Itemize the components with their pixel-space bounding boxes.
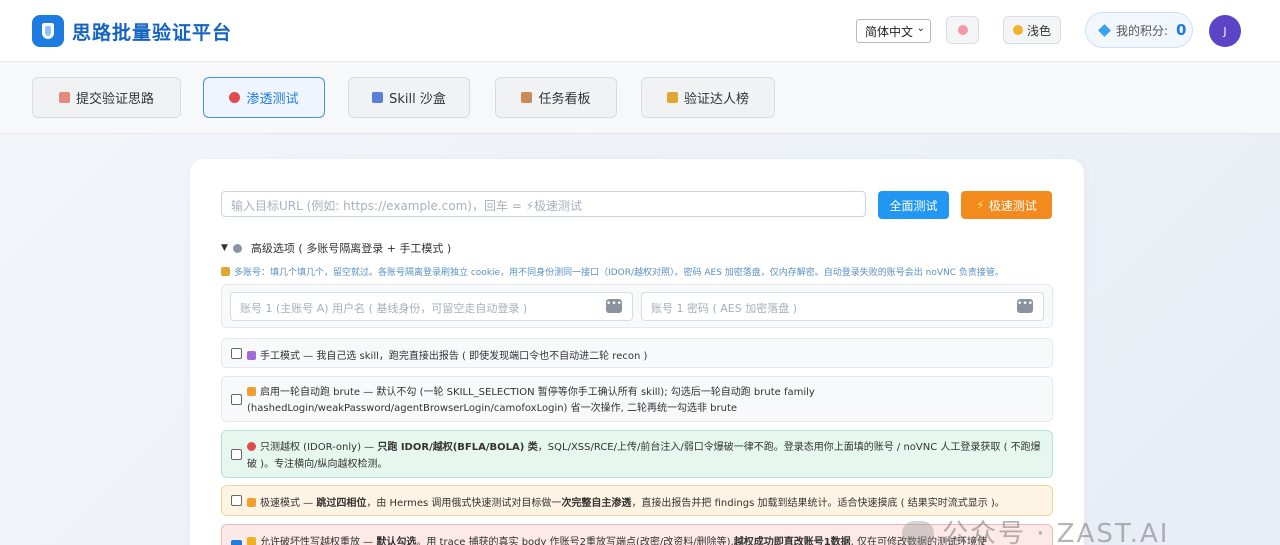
account-username-input[interactable]: 账号 1 (主账号 A) 用户名 ( 基线身份，可留空走自动登录 ) ••• xyxy=(230,292,633,321)
tab-leaderboard[interactable]: 验证达人榜 xyxy=(641,77,775,118)
password-manager-icon[interactable]: ••• xyxy=(1017,299,1033,313)
advanced-options-label: 高级选项 ( 多账号隔离登录 + 手工模式 ) xyxy=(250,242,452,255)
lightning-icon xyxy=(247,387,256,396)
fast-test-button[interactable]: ⚡ 极速测试 xyxy=(961,191,1052,219)
checkbox[interactable] xyxy=(231,394,242,405)
option-auto-brute[interactable]: 启用一轮自动跑 brute — 默认不勾 (一轮 SKILL_SELECTION… xyxy=(221,376,1053,422)
language-select-value: 简体中文 xyxy=(865,25,914,39)
sun-icon xyxy=(1012,25,1023,35)
points-value: 0 xyxy=(1176,21,1187,39)
fast-test-label: 极速测试 xyxy=(988,198,1037,213)
points-badge[interactable]: 我的积分: 0 xyxy=(1085,12,1193,48)
nav-tabbar: 提交验证思路 渗透测试 Skill 沙盒 任务看板 验证达人榜 xyxy=(0,62,1280,134)
tab-label: 渗透测试 xyxy=(246,92,299,107)
top-header: 思路批量验证平台 简体中文 ⌄ 浅色 我的积分: 0 J xyxy=(0,0,1280,62)
advanced-options-toggle[interactable]: ▼ 高级选项 ( 多账号隔离登录 + 手工模式 ) xyxy=(221,240,451,256)
lightning-icon xyxy=(247,498,256,507)
target-icon xyxy=(229,92,241,103)
target-url-input[interactable]: 输入目标URL (例如: https://example.com)，回车 = ⚡… xyxy=(221,191,866,217)
warning-icon xyxy=(247,537,256,545)
tab-label: 验证达人榜 xyxy=(683,92,749,107)
tab-submit-idea[interactable]: 提交验证思路 xyxy=(32,77,181,118)
chevron-down-icon: ⌄ xyxy=(916,23,925,34)
full-test-button[interactable]: 全面测试 xyxy=(878,191,949,219)
target-icon xyxy=(247,442,256,451)
app-title: 思路批量验证平台 xyxy=(72,22,233,44)
gear-icon xyxy=(232,243,242,253)
password-manager-icon[interactable]: ••• xyxy=(606,299,622,313)
language-select[interactable]: 简体中文 ⌄ xyxy=(856,19,931,43)
pencil-icon xyxy=(58,92,70,103)
tab-task-board[interactable]: 任务看板 xyxy=(495,77,617,118)
multi-account-hint: 多账号：填几个填几个，留空就过。各账号隔离登录刷独立 cookie，用不同身份测… xyxy=(221,265,1004,278)
checkbox-checked[interactable] xyxy=(231,540,242,545)
tab-pentest[interactable]: 渗透测试 xyxy=(203,77,325,118)
avatar[interactable]: J xyxy=(1209,15,1241,47)
watermark: 公众号 · ZAST.AI xyxy=(902,513,1169,545)
grid-icon xyxy=(372,92,384,103)
checkbox[interactable] xyxy=(231,495,242,506)
lock-icon xyxy=(221,267,230,276)
theme-label: 浅色 xyxy=(1026,23,1051,38)
checkbox[interactable] xyxy=(231,449,242,460)
theme-toggle-button[interactable]: 浅色 xyxy=(1003,16,1061,44)
tab-skill-sandbox[interactable]: Skill 沙盒 xyxy=(348,77,470,118)
logo-icon xyxy=(32,15,64,47)
wechat-icon xyxy=(902,521,934,545)
trophy-icon xyxy=(666,92,678,103)
account-row: 账号 1 (主账号 A) 用户名 ( 基线身份，可留空走自动登录 ) ••• 账… xyxy=(221,284,1053,328)
wrench-icon xyxy=(247,351,256,360)
checkbox[interactable] xyxy=(231,348,242,359)
pentest-card: 输入目标URL (例如: https://example.com)，回车 = ⚡… xyxy=(190,159,1084,545)
lightning-icon: ⚡ xyxy=(976,198,985,212)
brain-icon xyxy=(957,25,968,35)
option-idor-only[interactable]: 只测越权 (IDOR-only) — 只跑 IDOR/越权(BFLA/BOLA)… xyxy=(221,430,1053,478)
triangle-down-icon: ▼ xyxy=(221,243,228,253)
brain-button[interactable] xyxy=(946,16,979,44)
tab-label: Skill 沙盒 xyxy=(389,92,446,107)
option-fast-mode[interactable]: 极速模式 — 跳过四相位，由 Hermes 调用俄式快速测试对目标做一次完整自主… xyxy=(221,485,1053,516)
diamond-icon xyxy=(1098,23,1111,37)
account-password-input[interactable]: 账号 1 密码 ( AES 加密落盘 ) ••• xyxy=(641,292,1044,321)
tab-label: 提交验证思路 xyxy=(75,92,154,107)
option-manual-mode[interactable]: 手工模式 — 我自己选 skill，跑完直接出报告 ( 即使发现端口令也不自动进… xyxy=(221,338,1053,368)
points-label: 我的积分: xyxy=(1116,23,1169,38)
clipboard-icon xyxy=(521,92,533,103)
tab-label: 任务看板 xyxy=(538,92,591,107)
